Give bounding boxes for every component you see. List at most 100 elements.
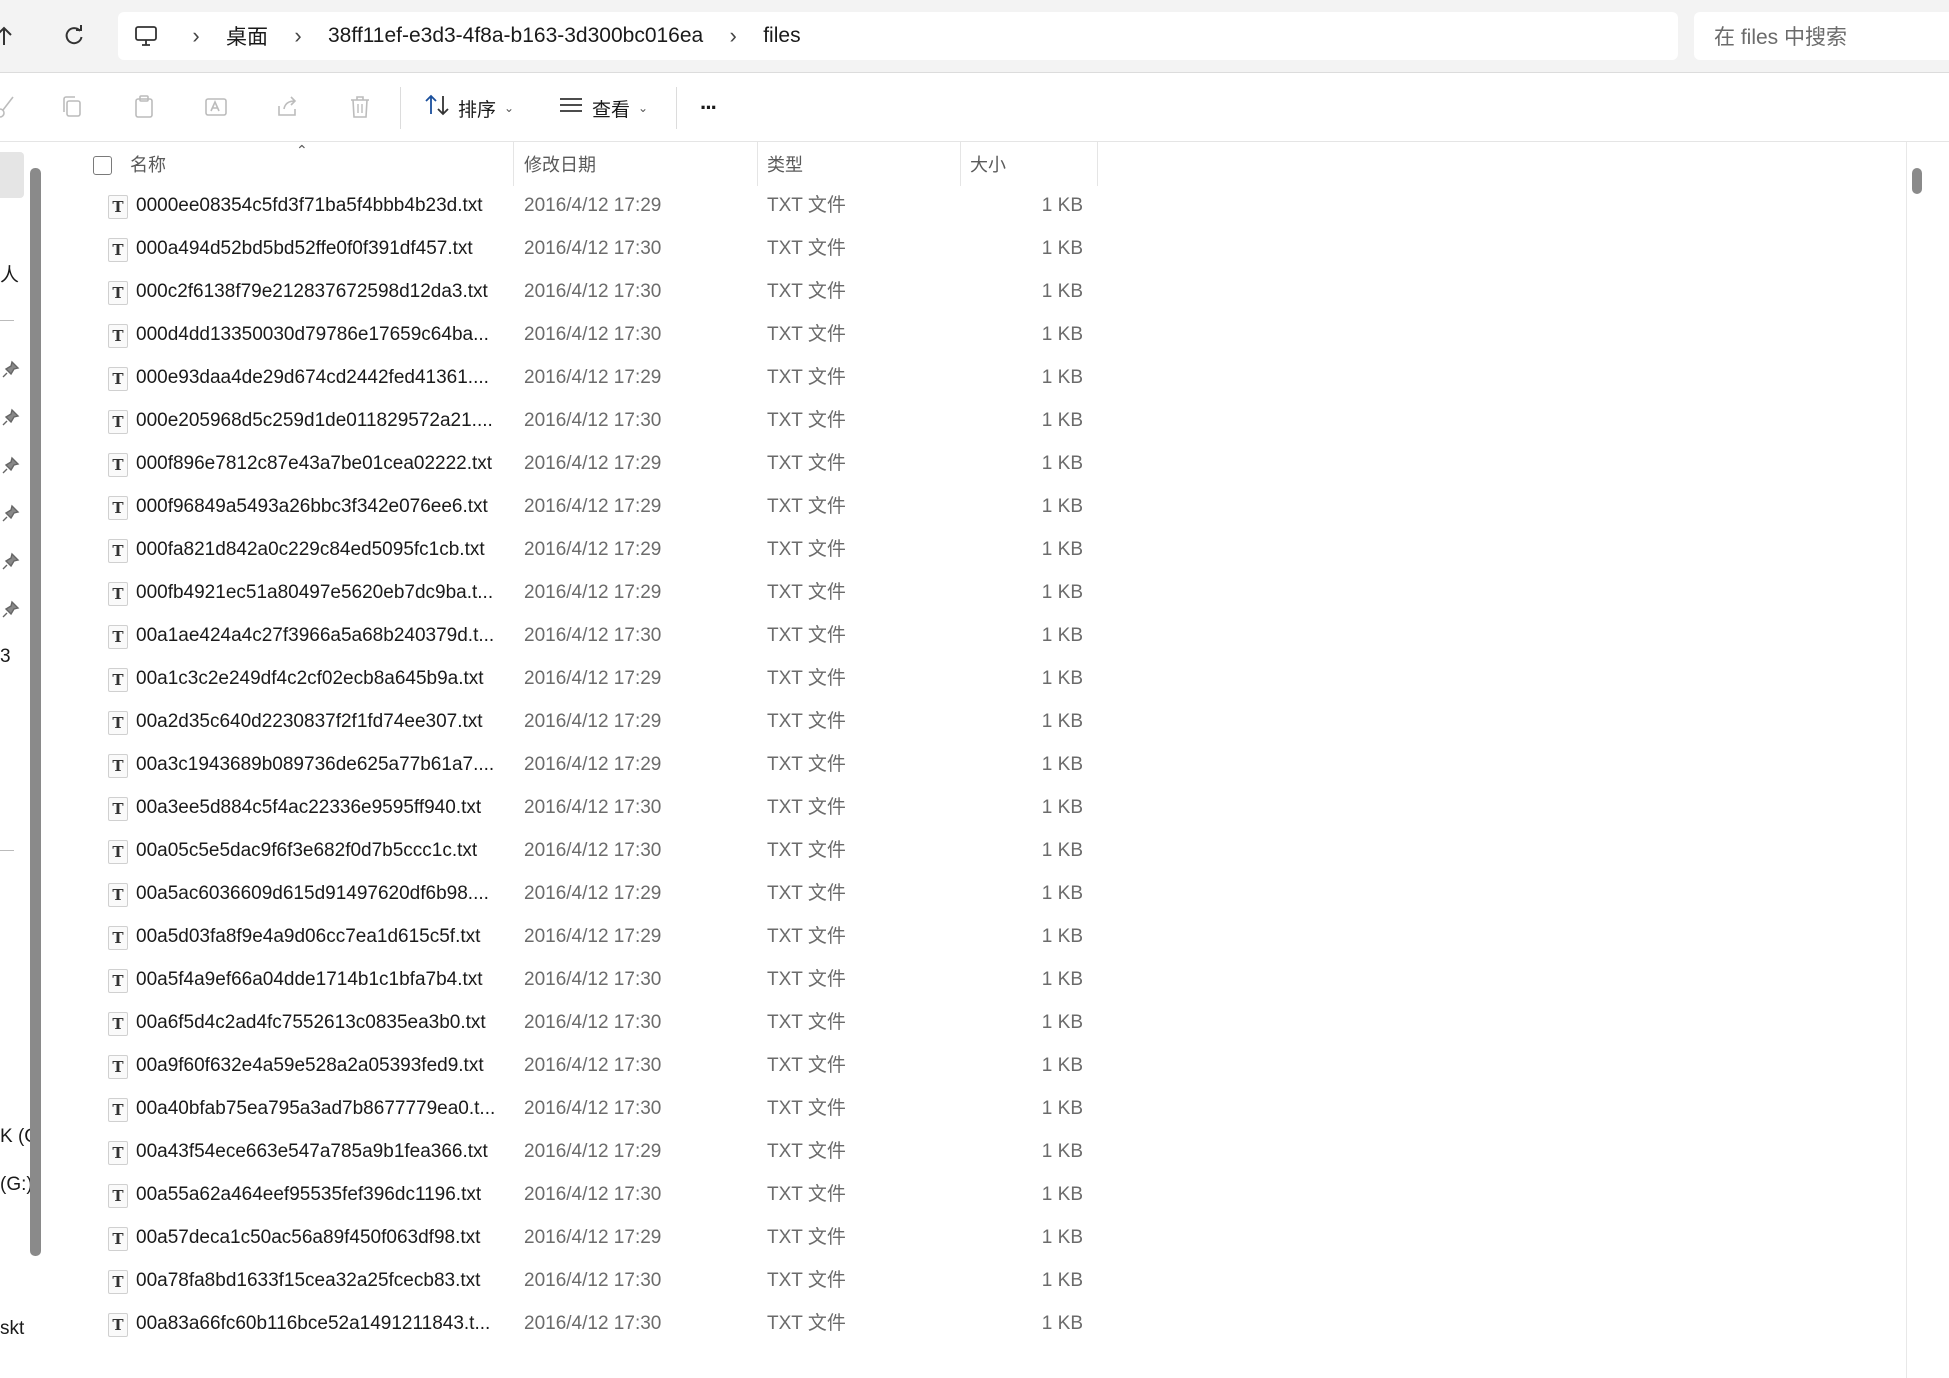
column-divider[interactable] xyxy=(1097,142,1098,186)
breadcrumb-files[interactable]: files xyxy=(755,24,808,48)
file-name[interactable]: 000a494d52bd5bd52ffe0f0f391df457.txt xyxy=(136,227,556,270)
file-row[interactable]: T 00a5ac6036609d615d91497620df6b98.... 201… xyxy=(50,872,1110,915)
file-name[interactable]: 00a9f60f632e4a59e528a2a05393fed9.txt xyxy=(136,1044,556,1087)
file-row[interactable]: T 00a83a66fc60b116bce52a1491211843.t... 20… xyxy=(50,1302,1110,1345)
file-name[interactable]: 000d4dd13350030d79786e17659c64ba... xyxy=(136,313,556,356)
paste-icon[interactable] xyxy=(128,91,160,123)
column-divider[interactable] xyxy=(757,142,758,186)
share-icon[interactable] xyxy=(272,91,304,123)
file-name[interactable]: 0000ee08354c5fd3f71ba5f4bbb4b23d.txt xyxy=(136,184,556,227)
vertical-scrollbar-thumb[interactable] xyxy=(1912,168,1922,194)
column-header-date[interactable]: 修改日期 xyxy=(524,142,754,186)
file-row[interactable]: T 000f896e7812c87e43a7be01cea02222.txt 201… xyxy=(50,442,1110,485)
file-name[interactable]: 00a3c1943689b089736de625a77b61a7.... xyxy=(136,743,556,786)
file-row[interactable]: T 00a1ae424a4c27f3966a5a68b240379d.t... 20… xyxy=(50,614,1110,657)
file-type: TXT 文件 xyxy=(767,1184,846,1205)
file-row[interactable]: T 000a494d52bd5bd52ffe0f0f391df457.txt 201… xyxy=(50,227,1110,270)
file-name[interactable]: 000e93daa4de29d674cd2442fed41361.... xyxy=(136,356,556,399)
breadcrumb-desktop[interactable]: 桌面 xyxy=(218,21,276,51)
file-name[interactable]: 00a40bfab75ea795a3ad7b8677779ea0.t... xyxy=(136,1087,556,1130)
file-name[interactable]: 00a5d03fa8f9e4a9d06cc7ea1d615c5f.txt xyxy=(136,915,556,958)
search-input[interactable]: 在 files 中搜索 xyxy=(1694,12,1949,60)
file-row[interactable]: T 000fb4921ec51a80497e5620eb7dc9ba.t... 20… xyxy=(50,571,1110,614)
file-name[interactable]: 00a2d35c640d2230837f2f1fd74ee307.txt xyxy=(136,700,556,743)
file-row[interactable]: T 00a2d35c640d2230837f2f1fd74ee307.txt 201… xyxy=(50,700,1110,743)
chevron-right-icon[interactable]: › xyxy=(711,23,755,49)
cut-icon[interactable] xyxy=(0,91,22,123)
file-name[interactable]: 00a83a66fc60b116bce52a1491211843.t... xyxy=(136,1302,556,1345)
file-name[interactable]: 000fb4921ec51a80497e5620eb7dc9ba.t... xyxy=(136,571,556,614)
vertical-scrollbar[interactable] xyxy=(1906,142,1949,1378)
file-name[interactable]: 00a43f54ece663e547a785a9b1fea366.txt xyxy=(136,1130,556,1173)
trash-icon[interactable] xyxy=(344,91,376,123)
sort-button[interactable]: 排序 ⌄ xyxy=(424,87,514,129)
file-row[interactable]: T 000e93daa4de29d674cd2442fed41361.... 201… xyxy=(50,356,1110,399)
file-row[interactable]: T 00a5f4a9ef66a04dde1714b1c1bfa7b4.txt 201… xyxy=(50,958,1110,1001)
file-name[interactable]: 000f896e7812c87e43a7be01cea02222.txt xyxy=(136,442,556,485)
column-header-type[interactable]: 类型 xyxy=(767,142,947,186)
file-row[interactable]: T 00a1c3c2e249df4c2cf02ecb8a645b9a.txt 201… xyxy=(50,657,1110,700)
column-divider[interactable] xyxy=(960,142,961,186)
column-divider[interactable] xyxy=(513,142,514,186)
file-row[interactable]: T 000e205968d5c259d1de011829572a21.... 201… xyxy=(50,399,1110,442)
refresh-icon[interactable] xyxy=(54,14,94,58)
nav-selected-item[interactable] xyxy=(0,152,24,198)
view-button[interactable]: 查看 ⌄ xyxy=(558,87,648,129)
file-name[interactable]: 000c2f6138f79e212837672598d12da3.txt xyxy=(136,270,556,313)
chevron-right-icon[interactable]: › xyxy=(174,23,218,49)
file-row[interactable]: T 00a57deca1c50ac56a89f450f063df98.txt 201… xyxy=(50,1216,1110,1259)
nav-item-fragment[interactable]: skt xyxy=(0,1318,24,1340)
file-row[interactable]: T 000fa821d842a0c229c84ed5095fc1cb.txt 201… xyxy=(50,528,1110,571)
file-modified-date: 2016/4/12 17:29 xyxy=(524,539,662,560)
file-row[interactable]: T 000c2f6138f79e212837672598d12da3.txt 201… xyxy=(50,270,1110,313)
file-row[interactable]: T 00a40bfab75ea795a3ad7b8677779ea0.t... 20… xyxy=(50,1087,1110,1130)
file-row[interactable]: T 0000ee08354c5fd3f71ba5f4bbb4b23d.txt 201… xyxy=(50,184,1110,227)
file-row[interactable]: T 00a5d03fa8f9e4a9d06cc7ea1d615c5f.txt 201… xyxy=(50,915,1110,958)
nav-item-fragment[interactable]: 3 xyxy=(0,646,11,668)
file-row[interactable]: T 00a78fa8bd1633f15cea32a25fcecb83.txt 201… xyxy=(50,1259,1110,1302)
file-name[interactable]: 00a55a62a464eef95535fef396dc1196.txt xyxy=(136,1173,556,1216)
file-name[interactable]: 000fa821d842a0c229c84ed5095fc1cb.txt xyxy=(136,528,556,571)
file-name[interactable]: 000f96849a5493a26bbc3f342e076ee6.txt xyxy=(136,485,556,528)
address-bar[interactable]: › 桌面 › 38ff11ef-e3d3-4f8a-b163-3d300bc01… xyxy=(118,12,1678,60)
file-row[interactable]: T 00a3c1943689b089736de625a77b61a7.... 201… xyxy=(50,743,1110,786)
file-name[interactable]: 00a3ee5d884c5f4ac22336e9595ff940.txt xyxy=(136,786,556,829)
file-row[interactable]: T 000f96849a5493a26bbc3f342e076ee6.txt 201… xyxy=(50,485,1110,528)
up-arrow-icon[interactable] xyxy=(0,14,24,58)
text-file-icon: T xyxy=(108,281,128,305)
file-name[interactable]: 00a57deca1c50ac56a89f450f063df98.txt xyxy=(136,1216,556,1259)
select-all-checkbox[interactable] xyxy=(93,156,112,175)
file-name[interactable]: 00a78fa8bd1633f15cea32a25fcecb83.txt xyxy=(136,1259,556,1302)
file-type: TXT 文件 xyxy=(767,1313,846,1334)
view-list-icon xyxy=(558,95,584,121)
nav-item-fragment[interactable]: (G:) xyxy=(0,1174,33,1196)
text-file-icon: T xyxy=(108,582,128,606)
chevron-right-icon[interactable]: › xyxy=(276,23,320,49)
more-options-button[interactable]: ··· xyxy=(700,87,718,129)
column-header-name[interactable]: 名称 xyxy=(130,142,550,186)
file-type: TXT 文件 xyxy=(767,754,846,775)
nav-item-fragment[interactable]: 人 xyxy=(0,260,19,287)
rename-icon[interactable] xyxy=(200,91,232,123)
file-row[interactable]: T 00a05c5e5dac9f6f3e682f0d7b5ccc1c.txt 201… xyxy=(50,829,1110,872)
copy-icon[interactable] xyxy=(56,91,88,123)
file-row[interactable]: T 00a6f5d4c2ad4fc7552613c0835ea3b0.txt 201… xyxy=(50,1001,1110,1044)
file-name[interactable]: 00a6f5d4c2ad4fc7552613c0835ea3b0.txt xyxy=(136,1001,556,1044)
file-modified-date: 2016/4/12 17:30 xyxy=(524,281,662,302)
file-name[interactable]: 00a5ac6036609d615d91497620df6b98.... xyxy=(136,872,556,915)
file-name[interactable]: 00a05c5e5dac9f6f3e682f0d7b5ccc1c.txt xyxy=(136,829,556,872)
file-row[interactable]: T 00a9f60f632e4a59e528a2a05393fed9.txt 201… xyxy=(50,1044,1110,1087)
file-name[interactable]: 00a1ae424a4c27f3966a5a68b240379d.t... xyxy=(136,614,556,657)
file-name[interactable]: 00a1c3c2e249df4c2cf02ecb8a645b9a.txt xyxy=(136,657,556,700)
file-row[interactable]: T 00a3ee5d884c5f4ac22336e9595ff940.txt 201… xyxy=(50,786,1110,829)
column-header-name-label: 名称 xyxy=(130,155,166,175)
file-row[interactable]: T 00a43f54ece663e547a785a9b1fea366.txt 201… xyxy=(50,1130,1110,1173)
file-name[interactable]: 00a5f4a9ef66a04dde1714b1c1bfa7b4.txt xyxy=(136,958,556,1001)
file-row[interactable]: T 000d4dd13350030d79786e17659c64ba... 2016… xyxy=(50,313,1110,356)
file-row[interactable]: T 00a55a62a464eef95535fef396dc1196.txt 201… xyxy=(50,1173,1110,1216)
breadcrumb-folder[interactable]: 38ff11ef-e3d3-4f8a-b163-3d300bc016ea xyxy=(320,24,711,48)
column-header-size[interactable]: 大小 xyxy=(970,142,1090,186)
nav-scrollbar-thumb[interactable] xyxy=(30,168,41,1256)
computer-icon[interactable] xyxy=(118,25,174,47)
file-name[interactable]: 000e205968d5c259d1de011829572a21.... xyxy=(136,399,556,442)
